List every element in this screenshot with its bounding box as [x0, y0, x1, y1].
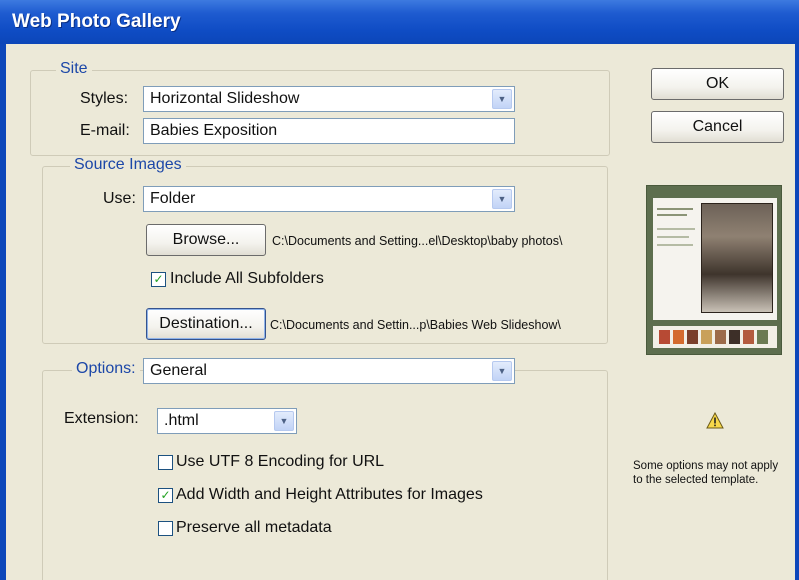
extension-value: .html — [164, 412, 199, 429]
ok-button[interactable]: OK — [651, 68, 784, 100]
extension-dropdown[interactable]: .html ▼ — [157, 408, 297, 434]
chevron-down-icon[interactable]: ▼ — [274, 411, 294, 431]
styles-dropdown[interactable]: Horizontal Slideshow ▼ — [143, 86, 515, 112]
extension-label: Extension: — [64, 410, 139, 427]
preview-text-line — [657, 228, 695, 230]
styles-label: Styles: — [80, 90, 129, 107]
width-height-checkbox[interactable]: ✓ — [158, 488, 173, 503]
use-value: Folder — [150, 190, 196, 207]
email-label: E-mail: — [80, 122, 130, 139]
chevron-down-icon[interactable]: ▼ — [492, 189, 512, 209]
window-title: Web Photo Gallery — [12, 11, 181, 32]
metadata-checkbox[interactable] — [158, 521, 173, 536]
preview-text-line — [657, 244, 693, 246]
metadata-label: Preserve all metadata — [176, 519, 332, 536]
source-images-legend: Source Images — [70, 156, 186, 174]
preview-thumb — [701, 330, 712, 344]
chevron-down-icon[interactable]: ▼ — [492, 361, 512, 381]
window-border-left — [0, 44, 6, 580]
preview-text-line — [657, 214, 687, 216]
template-preview-image — [646, 185, 782, 355]
options-group — [42, 370, 608, 580]
include-subfolders-checkbox[interactable]: ✓ — [151, 272, 166, 287]
email-value: Babies Exposition — [150, 122, 278, 139]
preview-thumb — [743, 330, 754, 344]
styles-value: Horizontal Slideshow — [150, 90, 300, 107]
utf8-checkbox[interactable] — [158, 455, 173, 470]
width-height-label: Add Width and Height Attributes for Imag… — [176, 486, 483, 503]
email-field[interactable]: Babies Exposition — [143, 118, 515, 144]
destination-button[interactable]: Destination... — [146, 308, 266, 340]
preview-thumb — [687, 330, 698, 344]
preview-thumb — [729, 330, 740, 344]
preview-text-line — [657, 208, 693, 210]
use-label: Use: — [103, 190, 136, 207]
preview-page — [653, 198, 777, 320]
checkmark-icon: ✓ — [160, 488, 171, 502]
preview-thumbnail-strip — [653, 326, 777, 348]
options-dropdown[interactable]: General ▼ — [143, 358, 515, 384]
template-note: Some options may not apply to the select… — [633, 460, 779, 486]
site-legend: Site — [56, 60, 92, 78]
warning-icon — [706, 412, 724, 429]
preview-thumb — [757, 330, 768, 344]
use-dropdown[interactable]: Folder ▼ — [143, 186, 515, 212]
chevron-down-icon[interactable]: ▼ — [492, 89, 512, 109]
preview-photo — [701, 203, 773, 313]
window-title-bar[interactable]: Web Photo Gallery — [0, 0, 799, 44]
preview-thumb — [715, 330, 726, 344]
include-subfolders-label: Include All Subfolders — [170, 270, 324, 287]
checkmark-icon: ✓ — [153, 272, 164, 286]
options-value: General — [150, 362, 207, 379]
window-border-right — [795, 44, 799, 580]
preview-text-line — [657, 236, 689, 238]
browse-button[interactable]: Browse... — [146, 224, 266, 256]
preview-thumb — [673, 330, 684, 344]
cancel-button[interactable]: Cancel — [651, 111, 784, 143]
options-legend: Options: — [72, 360, 140, 378]
preview-thumb — [659, 330, 670, 344]
destination-path: C:\Documents and Settin...p\Babies Web S… — [270, 318, 561, 332]
utf8-label: Use UTF 8 Encoding for URL — [176, 453, 385, 470]
browse-path: C:\Documents and Setting...el\Desktop\ba… — [272, 234, 563, 248]
